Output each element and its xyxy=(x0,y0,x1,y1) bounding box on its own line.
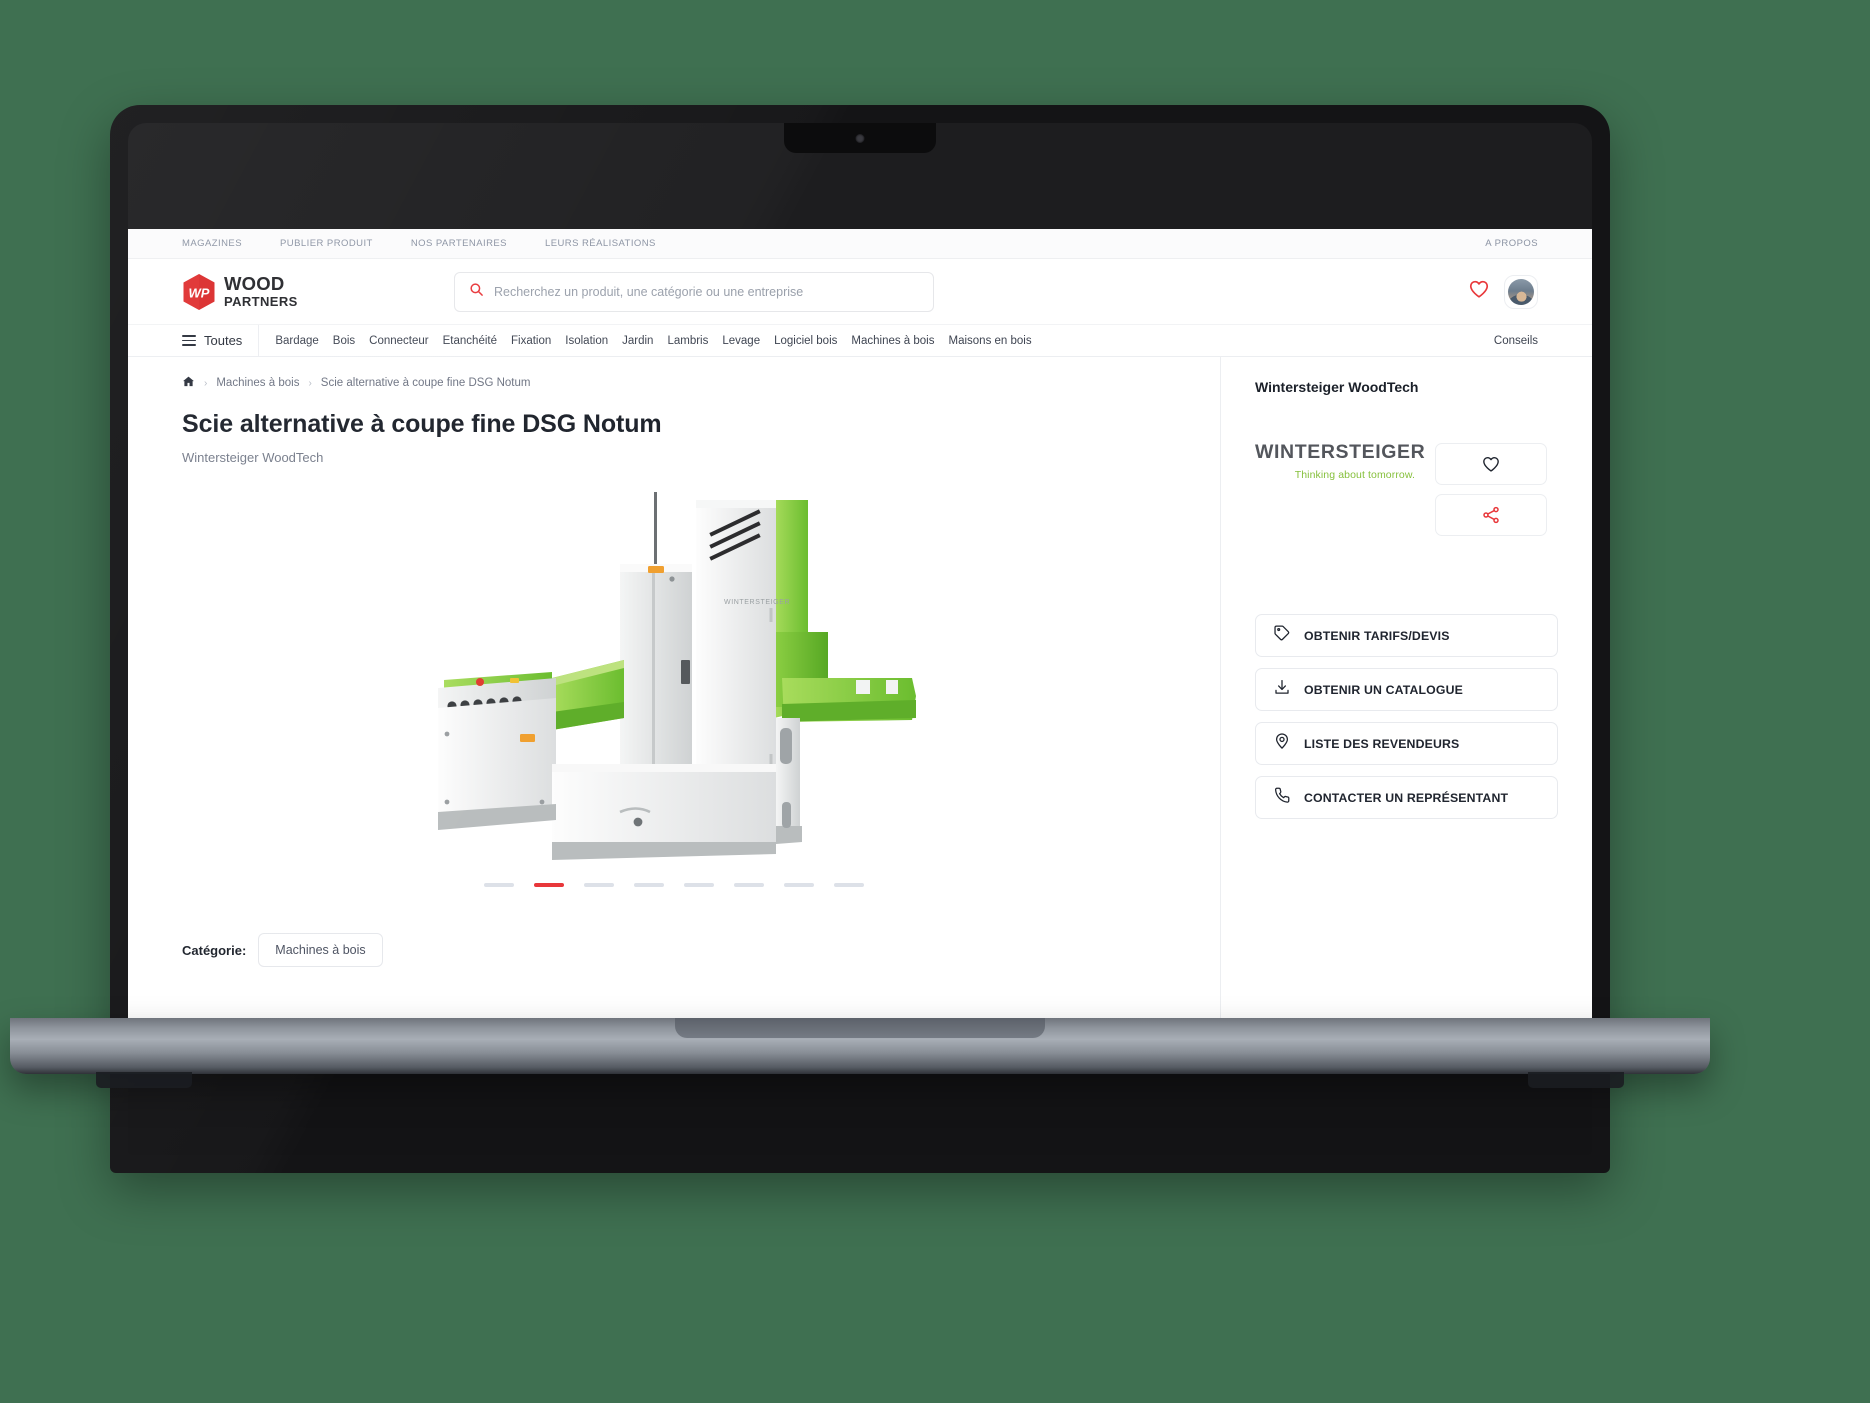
breadcrumb-separator-1: › xyxy=(204,378,207,389)
wintersteiger-logo: WINTERSTEIGER Thinking about tomorrow. xyxy=(1255,443,1415,481)
page-title: Scie alternative à coupe fine DSG Notum xyxy=(182,410,1166,439)
logo-line-2: PARTNERS xyxy=(224,295,298,308)
nav-item-fixation[interactable]: Fixation xyxy=(511,335,551,347)
get-quote-button[interactable]: OBTENIR TARIFS/DEVIS xyxy=(1255,614,1558,657)
hamburger-icon xyxy=(182,335,196,346)
laptop-base-notch xyxy=(675,1018,1045,1038)
product-main-column: › Machines à bois › Scie alternative à c… xyxy=(128,357,1220,1041)
category-chip[interactable]: Machines à bois xyxy=(258,933,382,967)
category-label: Catégorie: xyxy=(182,943,246,958)
breadcrumb-separator-2: › xyxy=(308,378,311,389)
breadcrumb-item-machines-a-bois[interactable]: Machines à bois xyxy=(216,377,299,389)
laptop-foot-left xyxy=(96,1072,192,1088)
nav-items: Bardage Bois Connecteur Etanchéité Fixat… xyxy=(275,335,1031,347)
tag-icon xyxy=(1273,624,1291,647)
laptop-mockup: MAGAZINES PUBLIER PRODUIT NOS PARTENAIRE… xyxy=(0,0,1870,1403)
laptop-foot-right xyxy=(1528,1072,1624,1088)
nav-item-machines-a-bois[interactable]: Machines à bois xyxy=(851,335,934,347)
laptop-screen: MAGAZINES PUBLIER PRODUIT NOS PARTENAIRE… xyxy=(128,123,1592,1155)
topbar-link-a-propos[interactable]: A PROPOS xyxy=(1485,238,1538,249)
site-logo-wordmark: WOOD PARTNERS xyxy=(224,275,298,309)
product-manufacturer: Wintersteiger WoodTech xyxy=(182,450,1166,465)
sidebar-actions: OBTENIR TARIFS/DEVIS xyxy=(1255,614,1558,819)
product-image-gallery[interactable]: WINTERSTEIGER xyxy=(182,479,1166,879)
browser-viewport: MAGAZINES PUBLIER PRODUIT NOS PARTENAIRE… xyxy=(128,229,1592,1041)
carousel-dot-4[interactable] xyxy=(634,883,664,887)
product-sidebar: Wintersteiger WoodTech WINTERSTEIGER Thi… xyxy=(1220,357,1592,1041)
nav-item-etancheite[interactable]: Etanchéité xyxy=(443,335,497,347)
avatar-image xyxy=(1508,279,1534,305)
sidebar-icon-buttons xyxy=(1435,443,1547,536)
nav-item-maisons-en-bois[interactable]: Maisons en bois xyxy=(949,335,1032,347)
search-container: Recherchez un produit, une catégorie ou … xyxy=(454,272,934,312)
download-icon xyxy=(1273,678,1291,701)
carousel-dot-6[interactable] xyxy=(734,883,764,887)
heart-icon xyxy=(1481,454,1501,474)
page-content: › Machines à bois › Scie alternative à c… xyxy=(128,357,1592,1041)
search-placeholder: Recherchez un produit, une catégorie ou … xyxy=(494,285,803,299)
category-row: Catégorie: Machines à bois xyxy=(182,933,1166,967)
home-icon[interactable] xyxy=(182,375,195,391)
carousel-dot-5[interactable] xyxy=(684,883,714,887)
nav-item-conseils[interactable]: Conseils xyxy=(1494,335,1538,347)
contact-rep-button[interactable]: CONTACTER UN REPRÉSENTANT xyxy=(1255,776,1558,819)
dealer-list-label: LISTE DES REVENDEURS xyxy=(1304,737,1459,751)
category-navbar: Toutes Bardage Bois Connecteur Etanchéit… xyxy=(128,325,1592,357)
get-catalog-button[interactable]: OBTENIR UN CATALOGUE xyxy=(1255,668,1558,711)
nav-item-bois[interactable]: Bois xyxy=(333,335,355,347)
svg-text:WP: WP xyxy=(189,285,210,300)
carousel-indicators xyxy=(182,883,1166,887)
carousel-dot-8[interactable] xyxy=(834,883,864,887)
topbar-link-magazines[interactable]: MAGAZINES xyxy=(182,238,242,249)
webcam-icon xyxy=(856,134,865,143)
get-quote-label: OBTENIR TARIFS/DEVIS xyxy=(1304,629,1450,643)
nav-item-levage[interactable]: Levage xyxy=(722,335,760,347)
heart-icon[interactable] xyxy=(1468,278,1490,305)
webcam-notch xyxy=(784,123,936,153)
search-icon xyxy=(469,282,484,302)
nav-item-connecteur[interactable]: Connecteur xyxy=(369,335,428,347)
site-header: WP WOOD PARTNERS xyxy=(128,259,1592,325)
laptop-lid: MAGAZINES PUBLIER PRODUIT NOS PARTENAIRE… xyxy=(110,105,1610,1173)
carousel-dot-1[interactable] xyxy=(484,883,514,887)
utility-topbar: MAGAZINES PUBLIER PRODUIT NOS PARTENAIRE… xyxy=(128,229,1592,259)
search-input[interactable]: Recherchez un produit, une catégorie ou … xyxy=(454,272,934,312)
wood-partners-hexagon-logo: WP xyxy=(182,273,216,311)
topbar-link-nos-partenaires[interactable]: NOS PARTENAIRES xyxy=(411,238,507,249)
laptop-base xyxy=(10,1018,1710,1074)
product-image: WINTERSTEIGER xyxy=(424,482,924,877)
breadcrumb-item-current: Scie alternative à coupe fine DSG Notum xyxy=(321,377,531,389)
breadcrumb: › Machines à bois › Scie alternative à c… xyxy=(182,357,1166,391)
map-pin-icon xyxy=(1273,732,1291,755)
nav-all-label: Toutes xyxy=(204,333,242,348)
svg-text:WINTERSTEIGER: WINTERSTEIGER xyxy=(724,599,790,606)
nav-item-lambris[interactable]: Lambris xyxy=(667,335,708,347)
carousel-dot-7[interactable] xyxy=(784,883,814,887)
phone-icon xyxy=(1273,786,1291,809)
topbar-link-leurs-realisations[interactable]: LEURS RÉALISATIONS xyxy=(545,238,656,249)
wintersteiger-tagline: Thinking about tomorrow. xyxy=(1255,469,1415,481)
share-icon xyxy=(1481,505,1501,525)
logo-line-1: WOOD xyxy=(224,275,298,294)
dealer-list-button[interactable]: LISTE DES REVENDEURS xyxy=(1255,722,1558,765)
carousel-dot-3[interactable] xyxy=(584,883,614,887)
sidebar-vendor-name: Wintersteiger WoodTech xyxy=(1255,379,1558,395)
nav-item-logiciel-bois[interactable]: Logiciel bois xyxy=(774,335,837,347)
contact-rep-label: CONTACTER UN REPRÉSENTANT xyxy=(1304,791,1508,805)
nav-all-categories[interactable]: Toutes xyxy=(182,325,259,356)
nav-item-jardin[interactable]: Jardin xyxy=(622,335,653,347)
wintersteiger-wordmark: WINTERSTEIGER xyxy=(1255,443,1415,463)
carousel-dot-2[interactable] xyxy=(534,883,564,887)
get-catalog-label: OBTENIR UN CATALOGUE xyxy=(1304,683,1463,697)
site-logo[interactable]: WP WOOD PARTNERS xyxy=(182,273,418,311)
favorite-button[interactable] xyxy=(1435,443,1547,485)
header-actions xyxy=(1468,275,1538,309)
topbar-link-publier-produit[interactable]: PUBLIER PRODUIT xyxy=(280,238,373,249)
vendor-block: WINTERSTEIGER Thinking about tomorrow. xyxy=(1255,443,1558,536)
nav-item-bardage[interactable]: Bardage xyxy=(275,335,318,347)
avatar[interactable] xyxy=(1504,275,1538,309)
nav-item-isolation[interactable]: Isolation xyxy=(565,335,608,347)
share-button[interactable] xyxy=(1435,494,1547,536)
